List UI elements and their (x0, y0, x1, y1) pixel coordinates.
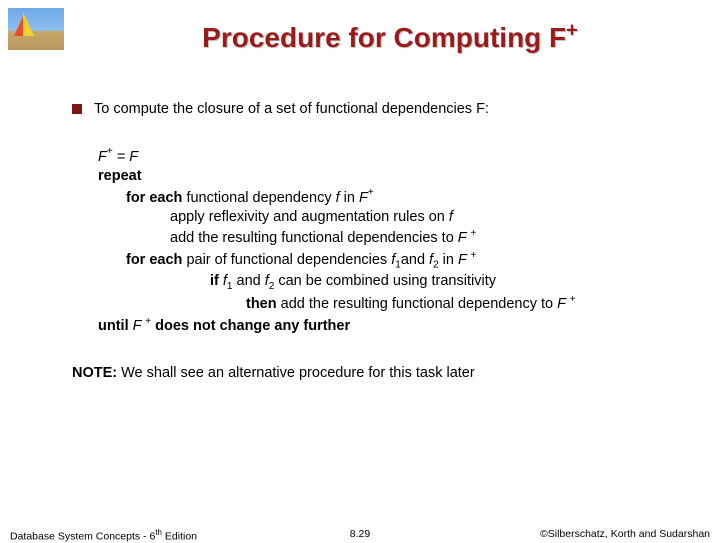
algo-text: add the resulting functional dependency … (277, 296, 558, 312)
algo-text: add the resulting functional dependencie… (170, 230, 458, 246)
slide-body: To compute the closure of a set of funct… (72, 100, 690, 384)
algo-text: F (458, 230, 471, 246)
algo-text: functional dependency (182, 189, 335, 205)
slide: Procedure for Computing F+ To compute th… (0, 0, 720, 540)
corner-image (8, 8, 64, 50)
algo-line: F+ = F (98, 146, 690, 167)
title-text: Procedure for Computing F (202, 22, 566, 53)
algo-keyword: if (210, 273, 223, 289)
algo-line: then add the resulting functional depend… (98, 293, 690, 314)
algo-text: in (340, 189, 359, 205)
algorithm-block: F+ = F repeat for each functional depend… (98, 146, 690, 337)
bullet-row: To compute the closure of a set of funct… (72, 100, 690, 120)
algo-text: and (401, 252, 429, 268)
algo-text: F (133, 318, 146, 334)
algo-line: if f1 and f2 can be combined using trans… (98, 272, 690, 293)
algo-text: F (359, 189, 368, 205)
algo-sup: + (570, 294, 576, 305)
algo-line: until F + does not change any further (98, 315, 690, 336)
algo-line: apply reflexivity and augmentation rules… (98, 208, 690, 228)
algo-text: can be combined using transitivity (274, 273, 496, 289)
algo-text: in (439, 252, 458, 268)
bullet-text: To compute the closure of a set of funct… (94, 100, 489, 120)
algo-line: for each pair of functional dependencies… (98, 249, 690, 272)
algo-keyword: does not change any further (151, 318, 350, 334)
algo-text: apply reflexivity and augmentation rules… (170, 209, 449, 225)
algo-sup: + (470, 228, 476, 239)
algo-sup: + (471, 250, 477, 261)
footer-right: ©Silberschatz, Korth and Sudarshan (540, 528, 710, 540)
note-text: We shall see an alternative procedure fo… (117, 365, 475, 381)
algo-text: = F (113, 148, 138, 164)
sail-icon (23, 12, 34, 36)
note-label: NOTE: (72, 365, 117, 381)
title-sup: + (566, 20, 578, 42)
algo-text: pair of functional dependencies (182, 252, 391, 268)
algo-keyword: for each (126, 189, 182, 205)
algo-text: F (557, 296, 570, 312)
algo-keyword: for each (126, 252, 182, 268)
note-line: NOTE: We shall see an alternative proced… (72, 364, 690, 384)
algo-line: add the resulting functional dependencie… (98, 227, 690, 248)
bullet-icon (72, 104, 82, 114)
algo-text: F (458, 252, 471, 268)
slide-title: Procedure for Computing F+ (80, 22, 700, 54)
algo-line: repeat (98, 167, 690, 187)
algo-keyword: until (98, 318, 133, 334)
algo-text: and (232, 273, 264, 289)
algo-keyword: repeat (98, 168, 142, 184)
algo-keyword: then (246, 296, 277, 312)
algo-text: f (449, 209, 453, 225)
algo-text: F (98, 148, 107, 164)
algo-line: for each functional dependency f in F+ (98, 187, 690, 208)
algo-sup: + (368, 188, 374, 199)
